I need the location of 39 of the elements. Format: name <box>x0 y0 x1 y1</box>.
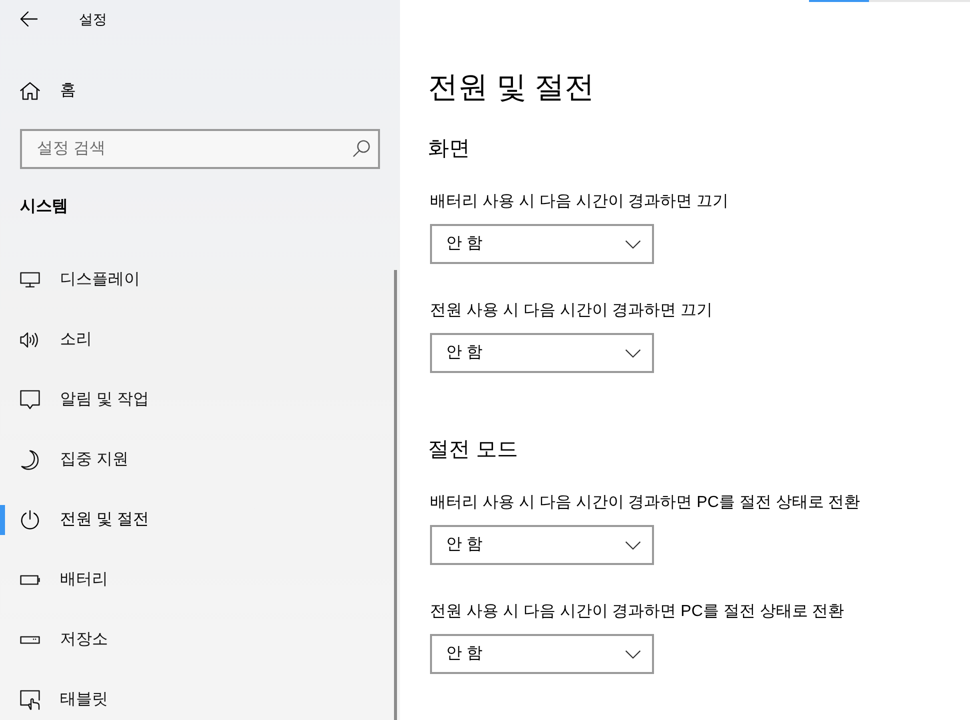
sidebar-nav-item[interactable]: 태블릿 <box>0 680 300 720</box>
sidebar-nav-item[interactable]: 집중 지원 <box>0 440 300 480</box>
section-heading: 화면 <box>428 136 470 162</box>
speech-bubble-icon <box>20 390 40 410</box>
home-link[interactable]: 홈 <box>0 71 84 111</box>
speaker-icon <box>20 331 40 349</box>
power-icon <box>20 510 40 530</box>
dropdown[interactable]: 안 함 <box>430 525 654 565</box>
sidebar-section-heading: 시스템 <box>20 197 68 217</box>
sidebar-nav-item[interactable]: 소리 <box>0 320 300 360</box>
drive-icon <box>20 636 40 644</box>
back-arrow-icon <box>20 11 38 27</box>
dropdown[interactable]: 안 함 <box>430 333 654 373</box>
page-title: 전원 및 절전 <box>428 70 595 106</box>
section-heading: 절전 모드 <box>428 437 518 463</box>
chevron-down-icon <box>625 240 641 248</box>
setting-label: 배터리 사용 시 다음 시간이 경과하면 PC를 절전 상태로 전환 <box>430 493 860 513</box>
search-icon <box>353 140 370 157</box>
sidebar-nav-item[interactable]: 전원 및 절전 <box>0 500 300 540</box>
chevron-down-icon <box>625 540 641 550</box>
search-field[interactable]: 설정 검색 <box>20 129 380 169</box>
battery-icon <box>20 575 40 585</box>
setting-label: 배터리 사용 시 다음 시간이 경과하면 끄기 <box>430 192 729 212</box>
chevron-down-icon <box>625 650 641 658</box>
dropdown[interactable]: 안 함 <box>430 634 654 674</box>
moon-icon <box>21 450 39 470</box>
setting-label: 전원 사용 시 다음 시간이 경과하면 끄기 <box>430 301 713 321</box>
sidebar-nav-item[interactable]: 저장소 <box>0 620 300 660</box>
home-icon <box>20 82 40 100</box>
chevron-down-icon <box>625 348 641 358</box>
sidebar-nav-item[interactable]: 알림 및 작업 <box>0 380 300 420</box>
app-title: 설정 <box>79 10 107 29</box>
dropdown[interactable]: 안 함 <box>430 224 654 264</box>
sidebar-nav-item[interactable]: 디스플레이 <box>0 260 300 300</box>
selection-indicator <box>0 505 5 535</box>
sidebar-nav-item[interactable]: 배터리 <box>0 560 300 600</box>
monitor-icon <box>20 272 40 288</box>
tablet-touch-icon <box>20 690 40 710</box>
setting-label: 전원 사용 시 다음 시간이 경과하면 PC를 절전 상태로 전환 <box>430 602 844 622</box>
